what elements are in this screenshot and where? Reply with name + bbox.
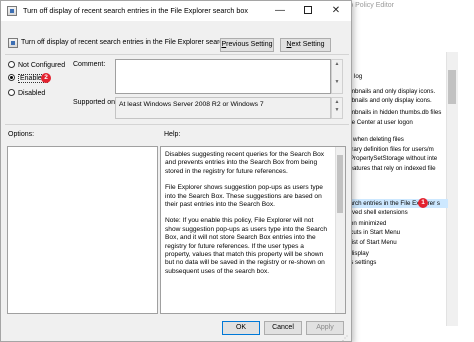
background-list-item[interactable]: bbon minimized [344,219,448,228]
previous-setting-button[interactable]: Previous Setting [220,38,274,52]
header-separator [5,54,349,55]
cancel-button[interactable]: Cancel [264,321,302,335]
dialog-titlebar[interactable]: Turn off display of recent search entrie… [1,1,351,21]
policy-name: Turn off display of recent search entrie… [21,39,241,46]
scroll-up-icon[interactable]: ▲ [332,60,342,68]
options-panel [7,146,158,314]
background-list-item[interactable]: Library definition files for users/m [344,145,448,154]
background-list-item[interactable]: humbnails in hidden thumbs.db files [344,108,448,117]
background-list-item[interactable]: ortcuts in Start Menu [344,228,448,237]
help-label: Help: [164,131,181,138]
close-button[interactable]: ✕ [323,1,349,21]
ok-button[interactable]: OK [222,321,260,335]
scroll-down-icon[interactable]: ▼ [332,106,342,114]
annotation-badge-enabled: 2 [41,73,51,83]
radio-disabled-label: Disabled [18,90,46,97]
background-list-item[interactable]: Bits settings [344,258,448,267]
help-paragraph: Disables suggesting recent queries for t… [165,151,325,175]
background-list-item[interactable]: s features that rely on indexed file [344,164,448,173]
comment-scrollbar[interactable]: ▲ ▼ [331,59,343,94]
background-list-item[interactable]: in display [344,249,448,258]
comment-textarea[interactable] [115,59,331,94]
radio-not-configured[interactable]: Not Configured [8,61,65,70]
background-list-item[interactable]: ome Center at user logon [344,118,448,127]
options-label: Options: [8,131,35,138]
help-text: Disables suggesting recent queries for t… [161,147,335,313]
background-list-item[interactable]: umbnails and only display icons. [344,96,448,105]
supported-on-scrollbar[interactable]: ▲ ▼ [331,97,343,119]
maximize-icon [304,6,312,14]
scroll-up-icon[interactable]: ▲ [332,98,342,106]
help-scroll-thumb[interactable] [337,155,343,213]
mid-separator [5,124,349,125]
policy-setting-dialog: Turn off display of recent search entrie… [0,0,352,342]
scroll-down-icon[interactable]: ▼ [332,78,342,86]
comment-label: Comment: [73,61,106,68]
next-setting-button[interactable]: Next Setting [280,38,331,52]
help-paragraph: File Explorer shows suggestion pop-ups a… [165,184,323,209]
supported-on-value: At least Windows Server 2008 R2 or Windo… [119,101,264,108]
supported-on-label: Supported on: [73,99,117,106]
resize-grip-icon[interactable]: ⋰ [342,335,350,342]
background-list-scroll-thumb[interactable] [448,70,456,104]
maximize-button[interactable] [295,1,321,21]
radio-not-configured-label: Not Configured [18,62,66,69]
policy-app-icon [7,6,17,16]
background-fragment: log [354,73,363,80]
radio-enabled-circle[interactable] [8,74,15,81]
background-list-item[interactable]: proved shell extensions [344,208,448,217]
background-list-item[interactable]: humbnails and only display icons. [344,87,448,96]
minimize-button[interactable]: — [267,1,293,21]
radio-disabled[interactable]: Disabled [8,89,45,98]
dialog-title: Turn off display of recent search entrie… [23,6,248,15]
background-list-item[interactable]: log when deleting files [344,135,448,144]
apply-button[interactable]: Apply [306,321,344,335]
annotation-badge-policy: 1 [418,198,428,208]
help-paragraph: Note: If you enable this policy, File Ex… [165,217,328,275]
supported-on-field: At least Windows Server 2008 R2 or Windo… [115,97,331,119]
background-list-item[interactable]: ur list of Start Menu [344,238,448,247]
radio-not-configured-circle[interactable] [8,61,15,68]
help-panel: Disables suggesting recent queries for t… [160,146,346,314]
background-list-item[interactable]: o IPropertySetStorage without inte [344,154,448,163]
radio-disabled-circle[interactable] [8,89,15,96]
background-list-item[interactable]: search entries in the File Explorer s [344,199,448,208]
policy-setting-icon [8,38,18,48]
